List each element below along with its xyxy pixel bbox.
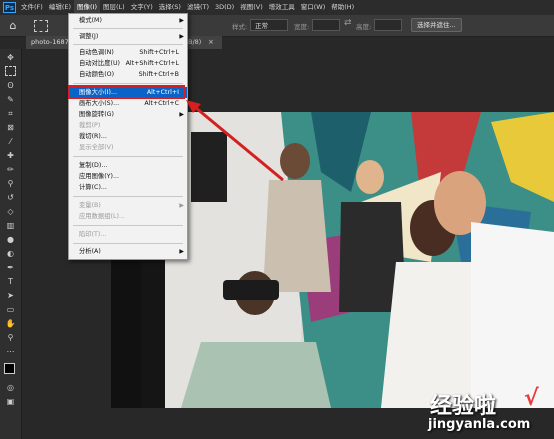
watermark-url: jingyanla.com — [428, 417, 531, 432]
watermark: 经验啦 √ jingyanla.com — [428, 386, 550, 436]
watermark-text: 经验啦 — [430, 394, 497, 419]
watermark-check: √ — [524, 386, 539, 411]
annotation-arrow — [186, 100, 284, 182]
